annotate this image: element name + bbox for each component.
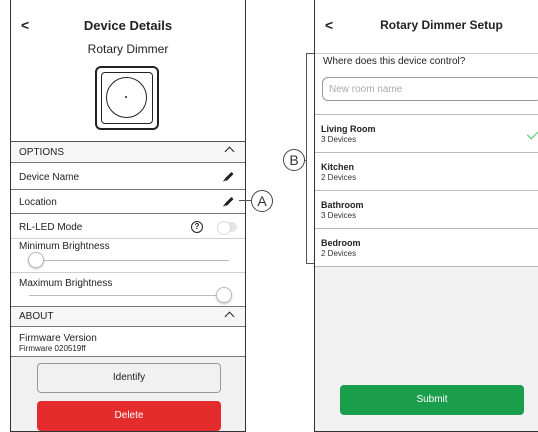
question-icon[interactable]: ? [191, 221, 203, 233]
maximum-brightness-slider-thumb[interactable] [216, 287, 232, 303]
edit-location-pencil-icon[interactable] [224, 196, 234, 207]
options-section-header[interactable]: OPTIONS [11, 142, 245, 163]
callout-a-leader-line [239, 200, 251, 201]
location-label: Location [19, 197, 57, 208]
callout-a: A [251, 190, 273, 212]
room-name: Kitchen [321, 162, 355, 172]
room-name: Living Room [321, 124, 376, 134]
callout-b: B [283, 149, 305, 171]
maximum-brightness-row: Maximum Brightness [11, 273, 245, 307]
room-device-count: 2 Devices [321, 249, 357, 258]
room-name: Bathroom [321, 200, 364, 210]
dimmer-indicator-dot [125, 96, 127, 98]
device-header: < Device Details Rotary Dimmer [11, 0, 245, 142]
rl-led-mode-row: RL-LED Mode ? [11, 214, 245, 239]
minimum-brightness-slider-thumb[interactable] [28, 252, 44, 268]
about-header-label: ABOUT [19, 311, 54, 322]
page-title: Device Details [83, 18, 173, 33]
maximum-brightness-label: Maximum Brightness [19, 278, 113, 289]
rotary-dimmer-icon [95, 66, 159, 130]
chevron-up-icon[interactable] [224, 146, 235, 157]
about-section-header[interactable]: ABOUT [11, 307, 245, 327]
room-item-kitchen[interactable]: Kitchen 2 Devices [315, 153, 538, 191]
room-item-bathroom[interactable]: Bathroom 3 Devices [315, 191, 538, 229]
dimmer-knob [106, 77, 147, 118]
device-type-label: Rotary Dimmer [87, 42, 169, 56]
rl-led-mode-toggle[interactable] [217, 221, 237, 235]
room-list: Living Room 3 Devices Kitchen 2 Devices … [315, 115, 538, 267]
device-details-screen: < Device Details Rotary Dimmer OPTIONS D… [10, 0, 246, 432]
callout-b-leader-line [305, 160, 307, 161]
edit-device-name-pencil-icon[interactable] [224, 171, 234, 182]
firmware-version-value: Firmware 020519ff [19, 344, 86, 353]
room-device-count: 3 Devices [321, 135, 357, 144]
page-title: Rotary Dimmer Setup [380, 18, 503, 32]
room-name: Bedroom [321, 238, 361, 248]
room-question-panel: Where does this device control? [315, 54, 538, 115]
room-device-count: 2 Devices [321, 173, 357, 182]
firmware-version-label: Firmware Version [19, 333, 97, 344]
location-row[interactable]: Location [11, 190, 245, 214]
options-header-label: OPTIONS [19, 147, 65, 158]
minimum-brightness-row: Minimum Brightness [11, 239, 245, 273]
minimum-brightness-label: Minimum Brightness [19, 241, 110, 252]
chevron-up-icon[interactable] [224, 311, 235, 322]
room-question-text: Where does this device control? [323, 56, 466, 67]
room-setup-screen: < Rotary Dimmer Setup Where does this de… [314, 0, 538, 432]
maximum-brightness-slider-track[interactable] [29, 295, 229, 296]
room-item-living-room[interactable]: Living Room 3 Devices [315, 115, 538, 153]
identify-button[interactable]: Identify [37, 363, 221, 393]
new-room-name-input[interactable] [322, 77, 538, 101]
dimmer-plate [101, 72, 153, 124]
rl-led-mode-label: RL-LED Mode [19, 222, 83, 233]
delete-button[interactable]: Delete [37, 401, 221, 431]
device-name-label: Device Name [19, 172, 80, 183]
minimum-brightness-slider-track[interactable] [29, 260, 229, 261]
check-icon [526, 127, 538, 140]
device-name-row[interactable]: Device Name [11, 163, 245, 190]
setup-header: < Rotary Dimmer Setup [315, 0, 538, 54]
back-button[interactable]: < [325, 18, 333, 32]
room-item-bedroom[interactable]: Bedroom 2 Devices [315, 229, 538, 267]
submit-button[interactable]: Submit [340, 385, 524, 415]
room-device-count: 3 Devices [321, 211, 357, 220]
firmware-version-row: Firmware Version Firmware 020519ff [11, 327, 245, 357]
